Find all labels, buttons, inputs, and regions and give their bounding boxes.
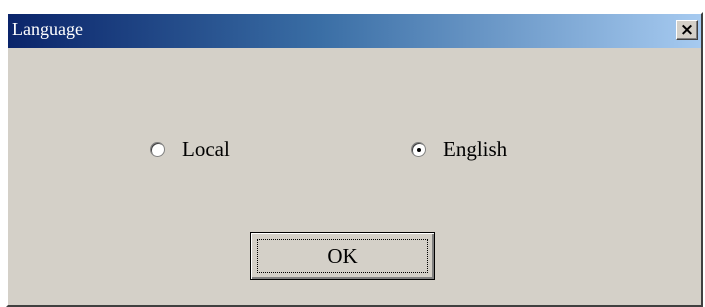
radio-unchecked-icon[interactable] <box>150 142 165 157</box>
title-bar[interactable]: Language × <box>8 14 701 48</box>
radio-english-label[interactable]: English <box>443 137 507 162</box>
close-button[interactable]: × <box>676 20 698 40</box>
dialog-title: Language <box>12 19 83 39</box>
ok-button-label: OK <box>327 243 358 268</box>
close-icon: × <box>679 19 695 40</box>
radio-local-label[interactable]: Local <box>182 137 230 162</box>
radio-english[interactable]: English <box>411 137 507 162</box>
radio-checked-icon[interactable] <box>411 142 426 157</box>
ok-button[interactable]: OK <box>250 232 435 280</box>
radio-selected-dot <box>417 148 421 152</box>
language-dialog: Language × Local English OK <box>6 12 703 307</box>
radio-local[interactable]: Local <box>150 137 230 162</box>
